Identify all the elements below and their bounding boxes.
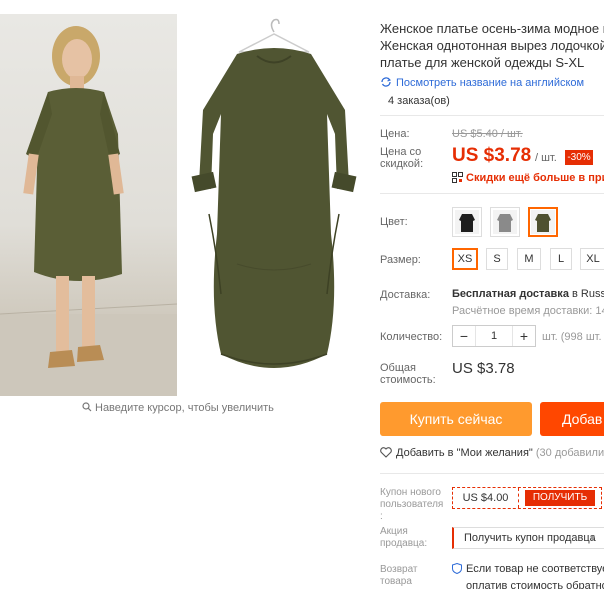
seller-promo-label-line: продавца: [380, 538, 428, 549]
discount-price-label-line: скидкой: [380, 158, 424, 170]
total-price: US $3.78 [452, 360, 515, 377]
coupon-label-line: пользователя [380, 499, 444, 510]
discount-price-label-line: Цена со [380, 146, 422, 158]
product-thumbnail-model[interactable] [0, 14, 177, 396]
total-label-line: Общая [380, 362, 416, 374]
new-user-coupon-label: Купон нового пользователя : [380, 487, 450, 523]
get-coupon-button[interactable]: ПОЛУЧИТЬ [525, 490, 595, 506]
shipping-destination: в Russia [572, 288, 604, 300]
color-swatch-black[interactable] [452, 207, 482, 237]
dress-thumbnail [497, 214, 513, 232]
quantity-input[interactable]: 1 [475, 326, 513, 346]
chevron-down-icon: ▼ [588, 533, 597, 543]
divider [380, 473, 604, 474]
returns-info: Если товар не соответствует оплатив стои… [452, 562, 604, 589]
product-title-line: платье для женской одежды S-XL [380, 55, 585, 70]
shield-icon [452, 562, 462, 579]
translate-icon [380, 76, 392, 91]
size-option-s[interactable]: S [486, 248, 508, 270]
model-photo-illustration [0, 26, 177, 396]
size-label: Размер: [380, 254, 421, 266]
coupon-label-line: : [380, 511, 383, 522]
color-swatch-army-green[interactable] [528, 207, 558, 237]
coupon-value: US $4.00 [453, 488, 519, 508]
add-to-cart-button[interactable]: Добав [540, 402, 604, 436]
old-price: US $5.40 / шт. [452, 128, 523, 140]
seller-coupon-dropdown[interactable]: Получить купон продавца ▼ [452, 527, 604, 549]
dress-thumbnail [535, 214, 551, 232]
product-info-panel: Женское платье осень-зима модное м Женск… [380, 0, 604, 589]
translate-link-text: Посмотреть название на английском [396, 77, 585, 89]
dress-on-hanger-illustration [191, 18, 357, 368]
returns-label-line: Возврат [380, 564, 418, 575]
size-option-xl[interactable]: XL [580, 248, 604, 270]
seller-promo-label-line: Акция [380, 526, 408, 537]
returns-label-line: товара [380, 576, 412, 587]
delivery-time: Расчётное время доставки: 14- [452, 305, 604, 317]
per-unit: / шт. [535, 152, 557, 164]
dress-thumbnail [459, 214, 475, 232]
quantity-label: Количество: [380, 331, 443, 343]
new-user-coupon: US $4.00 ПОЛУЧИТЬ [452, 487, 602, 509]
swatch-image [531, 210, 555, 234]
discount-price-label: Цена со скидкой: [380, 146, 423, 170]
shipping-method[interactable]: Бесплатная доставка в Russia [452, 288, 604, 300]
zoom-hint-text: Наведите курсор, чтобы увеличить [95, 402, 274, 414]
quantity-stepper: − 1 + [452, 325, 536, 347]
color-swatch-gray[interactable] [490, 207, 520, 237]
total-label-line: стоимость: [380, 374, 436, 386]
qr-code-icon [452, 172, 463, 186]
seller-promo-label: Акция продавца: [380, 526, 450, 550]
quantity-increase-button[interactable]: + [513, 326, 535, 346]
buy-now-button[interactable]: Купить сейчас [380, 402, 532, 436]
app-promo-link[interactable]: Скидки ещё больше в прило [452, 172, 604, 186]
wishlist-text: Добавить в "Мои желания" [396, 447, 533, 459]
color-label: Цвет: [380, 216, 408, 228]
swatch-image [455, 210, 479, 234]
orders-count: 4 заказа(ов) [388, 95, 450, 107]
total-label: Общая стоимость: [380, 362, 436, 386]
size-option-l[interactable]: L [550, 248, 572, 270]
size-option-xs[interactable]: XS [452, 248, 478, 270]
add-to-wishlist-link[interactable]: Добавить в "Мои желания" (30 добавили) [380, 447, 604, 461]
magnifier-icon [82, 402, 92, 415]
shipping-label: Доставка: [380, 289, 431, 301]
price-label: Цена: [380, 128, 410, 140]
heart-icon [380, 447, 392, 461]
divider [380, 115, 604, 116]
seller-coupon-dropdown-text: Получить купон продавца [464, 532, 596, 544]
returns-label: Возврат товара [380, 564, 450, 588]
product-title-line: Женское платье осень-зима модное м [380, 21, 604, 36]
translate-title-link[interactable]: Посмотреть название на английском [380, 76, 584, 91]
wishlist-count: (30 добавили) [535, 447, 604, 459]
app-promo-text: Скидки ещё больше в прило [466, 172, 604, 184]
shipping-method-text: Бесплатная доставка [452, 288, 569, 300]
product-main-image[interactable] [177, 14, 372, 396]
divider [380, 193, 604, 194]
returns-text-line: оплатив стоимость обратно [466, 580, 604, 589]
quantity-available: шт. (998 шт. [542, 331, 602, 343]
returns-text-line: Если товар не соответствует [466, 563, 604, 575]
quantity-decrease-button[interactable]: − [453, 326, 475, 346]
swatch-image [493, 210, 517, 234]
coupon-label-line: Купон нового [380, 487, 441, 498]
product-title: Женское платье осень-зима модное м Женск… [380, 20, 604, 71]
discount-badge: -30% [565, 150, 593, 165]
zoom-hint: Наведите курсор, чтобы увеличить [82, 402, 274, 415]
size-option-m[interactable]: M [517, 248, 541, 270]
sale-price: US $3.78 [452, 145, 532, 166]
product-title-line: Женская однотонная вырез лодочкой [380, 38, 604, 53]
